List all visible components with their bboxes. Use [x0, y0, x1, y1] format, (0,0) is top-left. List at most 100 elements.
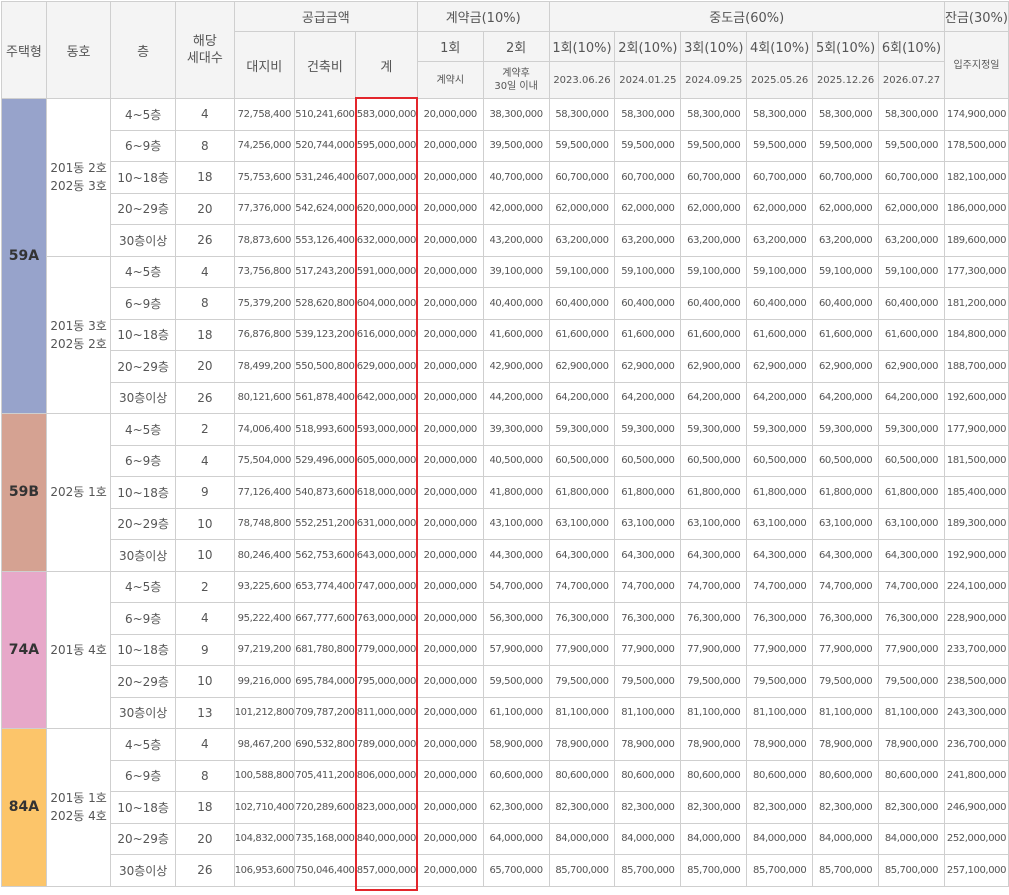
total-price-cell: 642,000,000: [354, 381, 418, 414]
middle-payment-5-cell: 62,000,000: [812, 192, 880, 225]
middle-payment-6-cell: 60,400,000: [878, 287, 945, 320]
middle-payment-5-cell: 79,500,000: [812, 665, 880, 698]
total-price-cell: 857,000,000: [354, 854, 418, 887]
middle-payment-1-cell: 61,800,000: [548, 476, 616, 509]
building-price-cell: 540,873,600: [293, 476, 356, 509]
building-price-cell: 528,620,800: [293, 287, 356, 320]
deposit-2-cell: 40,700,000: [482, 161, 550, 194]
middle-payment-2-cell: 62,000,000: [614, 192, 682, 225]
land-price-cell: 77,376,000: [233, 192, 295, 225]
middle-payment-4-cell: 60,400,000: [746, 287, 814, 320]
building-price-cell: 553,126,400: [293, 224, 356, 257]
middle-payment-5-cell: 82,300,000: [812, 791, 880, 824]
middle-payment-4-cell: 58,300,000: [746, 98, 814, 131]
units-cell: 10: [175, 665, 235, 698]
middle-payment-5-cell: 85,700,000: [812, 854, 880, 887]
supply-price-table: 주택형 동호 층 해당 세대수 공급금액 계약금(10%) 중도금(60%) 잔…: [1, 1, 1009, 887]
middle-payment-3-cell: 85,700,000: [680, 854, 748, 887]
deposit-1-cell: 20,000,000: [416, 759, 484, 792]
middle-payment-6-cell: 60,700,000: [878, 161, 945, 194]
middle-payment-4-cell: 62,900,000: [746, 350, 814, 383]
middle-payment-6-cell: 61,800,000: [878, 476, 945, 509]
middle-payment-1-cell: 64,200,000: [548, 381, 616, 414]
total-price-cell: 811,000,000: [354, 696, 418, 729]
land-price-cell: 74,256,000: [233, 129, 295, 162]
table-row: 20~29층 20 78,499,200 550,500,800 629,000,000…: [2, 350, 1009, 383]
floor-cell: 30층이상: [110, 696, 177, 729]
dong-label: 201동 3호 202동 2호: [50, 318, 107, 351]
header-type: 주택형: [1, 1, 47, 99]
middle-payment-6-cell: 77,900,000: [878, 633, 945, 666]
balance-cell: 181,500,000: [943, 444, 1009, 477]
deposit-1-cell: 20,000,000: [416, 255, 484, 288]
middle-payment-1-cell: 59,300,000: [548, 413, 616, 446]
land-price-cell: 75,379,200: [233, 287, 295, 320]
middle-payment-1-cell: 61,600,000: [548, 318, 616, 351]
middle-payment-2-cell: 63,100,000: [614, 507, 682, 540]
header-date-4: 2025.05.26: [746, 61, 814, 99]
units-cell: 4: [175, 444, 235, 477]
middle-payment-5-cell: 76,300,000: [812, 602, 880, 635]
deposit-1-cell: 20,000,000: [416, 224, 484, 257]
total-price-cell: 779,000,000: [354, 633, 418, 666]
floor-cell: 20~29층: [110, 665, 177, 698]
total-price-cell: 789,000,000: [354, 728, 418, 761]
building-price-cell: 552,251,200: [293, 507, 356, 540]
unit-type-cell: 84A: [1, 728, 47, 887]
middle-payment-4-cell: 62,000,000: [746, 192, 814, 225]
units-cell: 20: [175, 350, 235, 383]
deposit-1-cell: 20,000,000: [416, 539, 484, 572]
middle-payment-3-cell: 64,200,000: [680, 381, 748, 414]
balance-cell: 233,700,000: [943, 633, 1009, 666]
deposit-1-cell: 20,000,000: [416, 476, 484, 509]
header-dep2-note: 계약후 30일 이내: [482, 61, 550, 99]
building-price-cell: 720,289,600: [293, 791, 356, 824]
middle-payment-3-cell: 60,500,000: [680, 444, 748, 477]
middle-payment-3-cell: 79,500,000: [680, 665, 748, 698]
dong-label: 201동 2호 202동 3호: [50, 161, 107, 194]
header-dep1-note: 계약시: [416, 61, 484, 99]
balance-cell: 228,900,000: [943, 602, 1009, 635]
total-price-cell: 643,000,000: [354, 539, 418, 572]
table-row: 10~18층 9 77,126,400 540,873,600 618,000,000 2…: [2, 476, 1009, 509]
header-mid-2: 2회(10%): [614, 31, 682, 62]
floor-cell: 30층이상: [110, 224, 177, 257]
building-price-cell: 520,744,000: [293, 129, 356, 162]
table-row: 74A 201동 4호 4~5층 2 93,225,600 653,774,400 747,…: [1, 570, 1009, 729]
middle-payment-1-cell: 82,300,000: [548, 791, 616, 824]
total-price-cell: 595,000,000: [354, 129, 418, 162]
header-date-2: 2024.01.25: [614, 61, 682, 99]
middle-payment-2-cell: 63,200,000: [614, 224, 682, 257]
balance-cell: 224,100,000: [943, 570, 1009, 603]
header-dep2-note-line2: 30일 이내: [494, 81, 538, 92]
units-cell: 26: [175, 854, 235, 887]
table-row: 6~9층 8 74,256,000 520,744,000 595,000,000 20,…: [2, 129, 1009, 162]
deposit-1-cell: 20,000,000: [416, 791, 484, 824]
building-price-cell: 681,780,800: [293, 633, 356, 666]
header-floor: 층: [110, 1, 177, 99]
total-price-cell: 631,000,000: [354, 507, 418, 540]
land-price-cell: 101,212,800: [233, 696, 295, 729]
units-cell: 10: [175, 507, 235, 540]
balance-cell: 257,100,000: [943, 854, 1009, 887]
deposit-2-cell: 56,300,000: [482, 602, 550, 635]
middle-payment-3-cell: 80,600,000: [680, 759, 748, 792]
deposit-2-cell: 44,200,000: [482, 381, 550, 414]
middle-payment-2-cell: 58,300,000: [614, 98, 682, 131]
middle-payment-3-cell: 74,700,000: [680, 570, 748, 603]
units-cell: 8: [175, 759, 235, 792]
middle-payment-5-cell: 59,100,000: [812, 255, 880, 288]
header-date-5: 2025.12.26: [812, 61, 880, 99]
units-cell: 8: [175, 287, 235, 320]
balance-cell: 243,300,000: [943, 696, 1009, 729]
middle-payment-4-cell: 79,500,000: [746, 665, 814, 698]
table-row: 84A 201동 1호 202동 4호 4~5층 4 98,467,200 690,532…: [1, 728, 1009, 887]
middle-payment-4-cell: 63,100,000: [746, 507, 814, 540]
deposit-2-cell: 65,700,000: [482, 854, 550, 887]
middle-payment-4-cell: 85,700,000: [746, 854, 814, 887]
middle-payment-2-cell: 59,500,000: [614, 129, 682, 162]
middle-payment-6-cell: 63,200,000: [878, 224, 945, 257]
deposit-1-cell: 20,000,000: [416, 665, 484, 698]
units-cell: 8: [175, 129, 235, 162]
unit-type-cell: 74A: [1, 570, 47, 729]
